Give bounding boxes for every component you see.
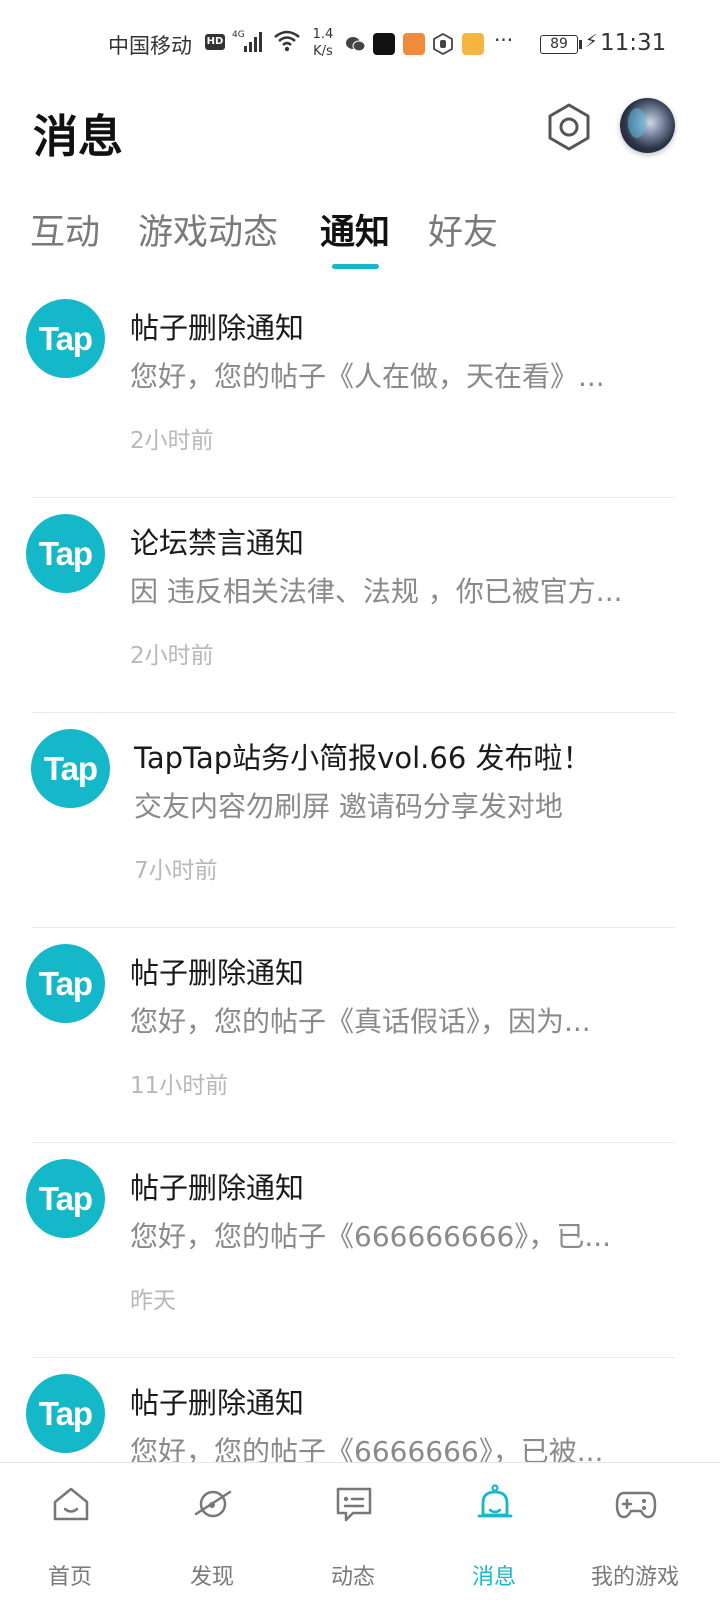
- wifi-icon: [274, 30, 300, 52]
- nav-messages-label: 消息: [471, 1565, 516, 1590]
- nav-my-games-label: 我的游戏: [590, 1565, 679, 1590]
- soul-app-icon: [373, 33, 395, 55]
- nav-my-games[interactable]: 我的游戏: [575, 1463, 695, 1600]
- page-title: 消息: [33, 110, 124, 163]
- taptap-logo: Tap: [26, 944, 105, 1023]
- bell-icon: [477, 1484, 513, 1518]
- list-item[interactable]: Tap 帖子删除通知 您好，您的帖子《666666666》，已... 昨天: [0, 1143, 720, 1358]
- speed-value: 1.4: [312, 27, 334, 42]
- notification-body: 交友内容勿刷屏 邀请码分享发对地: [134, 790, 563, 823]
- taptap-logo: Tap: [26, 1374, 105, 1453]
- notification-title: 帖子删除通知: [130, 311, 305, 345]
- taptap-logo: Tap: [31, 729, 110, 808]
- notification-body: 您好，您的帖子《人在做，天在看》...: [130, 360, 605, 393]
- wechat-icon: [346, 37, 366, 52]
- charging-icon: ⚡: [585, 31, 598, 52]
- nav-messages[interactable]: 消息: [434, 1463, 554, 1600]
- notification-time: 2小时前: [130, 643, 214, 669]
- hd-badge: HD: [205, 34, 225, 50]
- svg-text:4G: 4G: [232, 30, 245, 40]
- signal-icon: 4G: [232, 30, 262, 52]
- taptap-logo: Tap: [26, 299, 105, 378]
- notification-title: 帖子删除通知: [130, 1386, 305, 1420]
- hand-icon: [433, 33, 453, 55]
- notification-body: 您好，您的帖子《666666666》，已...: [130, 1220, 612, 1253]
- taptap-logo: Tap: [26, 1159, 105, 1238]
- notification-time: 11小时前: [130, 1073, 229, 1099]
- notification-time: 7小时前: [134, 858, 218, 884]
- avatar[interactable]: [620, 98, 675, 153]
- nav-feed-label: 动态: [330, 1565, 375, 1590]
- nav-home[interactable]: 首页: [10, 1463, 130, 1600]
- active-tab-indicator: [332, 264, 379, 269]
- notification-title: 帖子删除通知: [130, 956, 305, 990]
- settings-icon[interactable]: [544, 102, 594, 152]
- chat-icon: [336, 1487, 372, 1522]
- nav-discover[interactable]: 发现: [152, 1463, 272, 1600]
- notification-title: 帖子删除通知: [130, 1171, 305, 1205]
- tab-friends[interactable]: 好友: [428, 204, 498, 255]
- nav-feed[interactable]: 动态: [293, 1463, 413, 1600]
- list-item[interactable]: Tap 帖子删除通知 您好，您的帖子《真话假话》，因为... 11小时前: [0, 928, 720, 1143]
- notification-body: 因 违反相关法律、法规 ，你已被官方...: [130, 575, 623, 608]
- more-notifications-icon: ···: [494, 28, 514, 52]
- bottom-nav: 首页 发现 动态 消息 我的游戏: [0, 1462, 720, 1600]
- status-bar: 中国移动 HD 4G 1.4 K/s ··· 89 ⚡ 11:31: [0, 0, 720, 92]
- notification-time: 昨天: [130, 1288, 176, 1314]
- list-item[interactable]: Tap TapTap站务小简报vol.66 发布啦！ 交友内容勿刷屏 邀请码分享…: [0, 713, 720, 928]
- notification-body: 您好，您的帖子《真话假话》，因为...: [130, 1005, 591, 1038]
- tab-notifications[interactable]: 通知: [320, 204, 390, 255]
- battery-tip: [579, 40, 582, 49]
- tab-game-updates[interactable]: 游戏动态: [138, 204, 278, 255]
- list-item[interactable]: Tap 论坛禁言通知 因 违反相关法律、法规 ，你已被官方... 2小时前: [0, 498, 720, 713]
- home-icon: [53, 1487, 89, 1521]
- carrier-label: 中国移动: [108, 34, 192, 58]
- planet-icon: [194, 1490, 232, 1518]
- health-app-icon: [403, 33, 425, 55]
- notification-title: TapTap站务小简报vol.66 发布啦！: [134, 741, 592, 775]
- speed-unit: K/s: [313, 44, 333, 59]
- taptap-logo: Tap: [26, 514, 105, 593]
- cup-app-icon: [462, 33, 484, 55]
- network-speed: 1.4 K/s: [310, 26, 336, 60]
- list-item[interactable]: Tap 帖子删除通知 您好，您的帖子《人在做，天在看》... 2小时前: [0, 283, 720, 498]
- notification-title: 论坛禁言通知: [130, 526, 305, 560]
- clock: 11:31: [600, 30, 667, 56]
- nav-home-label: 首页: [47, 1565, 92, 1590]
- tab-interaction[interactable]: 互动: [30, 204, 100, 255]
- gamepad-icon: [615, 1491, 657, 1519]
- battery-icon: 89: [540, 35, 578, 54]
- notification-time: 2小时前: [130, 428, 214, 454]
- nav-discover-label: 发现: [189, 1565, 234, 1590]
